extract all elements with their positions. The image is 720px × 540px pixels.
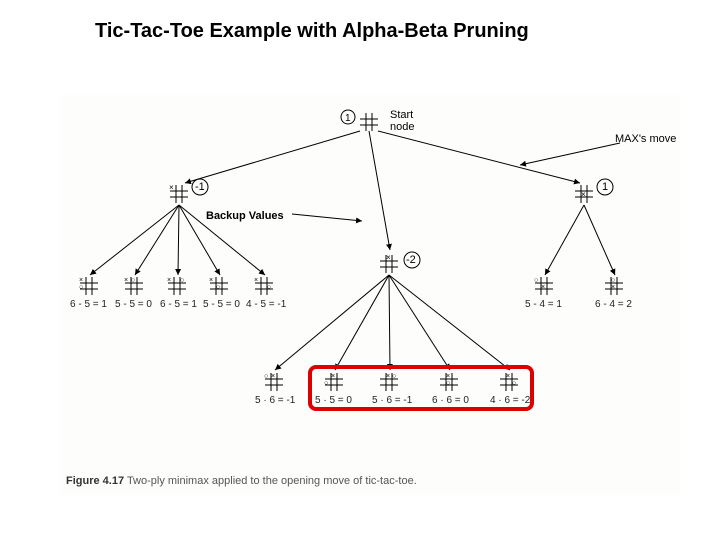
page-title: Tic-Tac-Toe Example with Alpha-Beta Prun… [95, 20, 529, 43]
svg-text:×: × [331, 373, 335, 380]
svg-text:○: ○ [611, 277, 615, 284]
left-value: -1 [195, 181, 205, 193]
svg-text:○: ○ [324, 380, 328, 387]
svg-text:○: ○ [131, 277, 135, 284]
mid-value: -2 [406, 254, 416, 266]
svg-text:○: ○ [180, 277, 184, 284]
svg-text:○: ○ [446, 380, 450, 387]
svg-text:○: ○ [216, 284, 220, 291]
svg-text:×: × [541, 284, 545, 291]
svg-text:×: × [271, 373, 275, 380]
figure-caption: Figure 4.17 Two-ply minimax applied to t… [66, 475, 417, 487]
minimax-diagram: 1 × × × ×○ ×○ ×○ × [60, 95, 680, 495]
right-child-board: × [575, 185, 593, 203]
svg-text:×: × [386, 373, 390, 380]
root-board: 1 [341, 110, 378, 131]
eq-r1-2: 5 - 5 = 0 [115, 299, 152, 310]
backup-values-label: Backup Values [206, 210, 284, 222]
svg-text:×: × [506, 373, 510, 380]
eq-r1-3: 6 - 5 = 1 [160, 299, 197, 310]
caption-bold: Figure 4.17 [66, 475, 124, 487]
eq-b-2: 5 · 5 = 0 [315, 395, 352, 406]
row1-boards: ×○ ×○ ×○ ×○ ×○ [79, 277, 273, 295]
caption-text: Two-ply minimax applied to the opening m… [127, 475, 417, 487]
svg-text:×: × [79, 277, 83, 284]
svg-text:×: × [209, 277, 213, 284]
svg-text:×: × [167, 277, 171, 284]
svg-text:1: 1 [345, 113, 351, 124]
eq-b-5: 4 · 6 = -2 [490, 395, 530, 406]
start-node-label: Start node [390, 109, 414, 133]
right-value: 1 [602, 181, 608, 193]
eq-rr-1: 5 - 4 = 1 [525, 299, 562, 310]
svg-text:×: × [446, 373, 450, 380]
row-right-boards: ○× ○× [534, 277, 623, 295]
left-child-board: × [169, 183, 188, 203]
eq-r1-4: 5 - 5 = 0 [203, 299, 240, 310]
svg-text:○: ○ [392, 373, 396, 380]
mid-child-board: × [380, 253, 398, 273]
tree-svg: 1 × × × ×○ ×○ ×○ × [60, 95, 680, 495]
svg-text:×: × [611, 284, 615, 291]
svg-text:×: × [581, 190, 586, 199]
eq-b-1: 5 · 6 = -1 [255, 395, 295, 406]
eq-r1-1: 6 - 5 = 1 [70, 299, 107, 310]
eq-b-3: 5 · 6 = -1 [372, 395, 412, 406]
eq-rr-2: 6 - 4 = 2 [595, 299, 632, 310]
svg-text:○: ○ [79, 284, 83, 291]
eq-r1-5: 4 - 5 = -1 [246, 299, 286, 310]
max-move-label: MAX's move [615, 133, 676, 145]
svg-text:×: × [386, 253, 391, 262]
row-bottom-boards: ○× ×○ ×○ ×○ ×○ [264, 373, 518, 391]
svg-text:○: ○ [267, 284, 271, 291]
svg-text:○: ○ [534, 277, 538, 284]
svg-text:○: ○ [512, 380, 516, 387]
svg-text:×: × [124, 277, 128, 284]
svg-text:×: × [169, 183, 174, 192]
eq-b-4: 6 · 6 = 0 [432, 395, 469, 406]
svg-text:○: ○ [264, 373, 268, 380]
svg-text:×: × [254, 277, 258, 284]
